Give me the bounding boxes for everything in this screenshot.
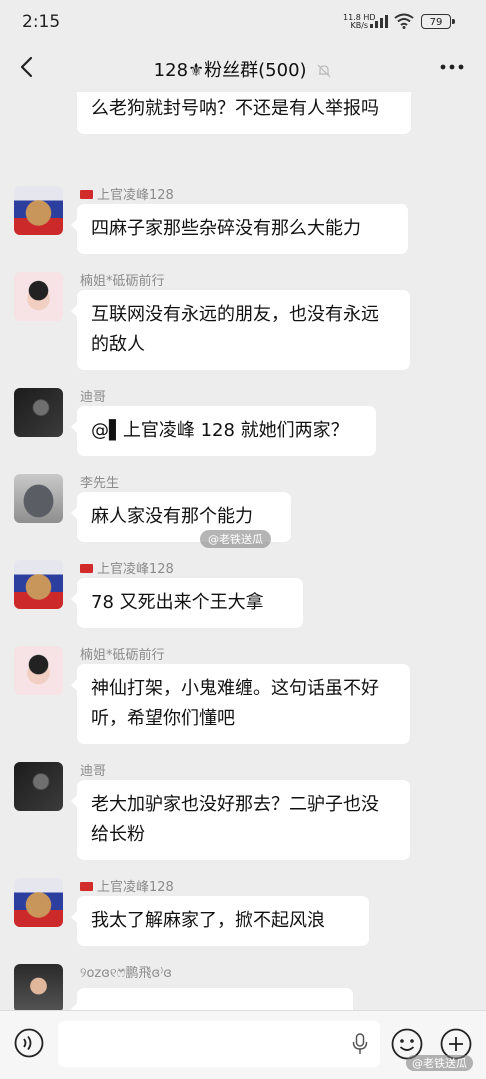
sender-name: 上官凌峰128 [80, 558, 174, 577]
avatar[interactable] [14, 964, 63, 1010]
message-bubble[interactable]: 四麻子家那些杂碎没有那么大能力 [71, 204, 408, 254]
sender-label: 上官凌峰128 [97, 188, 174, 203]
message-bubble[interactable]: 我太了解麻家了，掀不起风浪 [71, 896, 369, 946]
sender-name: 楠姐*砥砺前行 [80, 648, 165, 663]
message-input[interactable] [58, 1021, 380, 1067]
sender-name: ୨ᴏᴢɞ୧ෆ᷈鹏飛ɞ⁾ɞ [80, 966, 172, 981]
avatar[interactable] [14, 474, 63, 523]
avatar[interactable] [14, 646, 63, 695]
avatar[interactable] [14, 560, 63, 609]
microphone-icon[interactable] [352, 1033, 368, 1055]
avatar[interactable] [14, 878, 63, 927]
avatar[interactable] [14, 388, 63, 437]
chat-title-wrap: 128⚜粉丝群(500) [0, 56, 486, 82]
wifi-icon [394, 13, 414, 29]
flag-icon [80, 882, 93, 891]
sender-name: 李先生 [80, 476, 120, 491]
status-time: 2:15 [22, 12, 61, 32]
sender-name: 楠姐*砥砺前行 [80, 274, 165, 289]
signal-icon [370, 15, 388, 28]
message-bubble[interactable]: 神仙打架，小鬼难缠。这句话虽不好听，希望你们懂吧 [71, 664, 410, 744]
message-list[interactable]: 么老狗就封号呐？不还是有人举报吗 四麻子家那些杂碎没有那么大能力上官凌峰128 … [0, 92, 486, 1010]
sender-name: 迪哥 [80, 764, 107, 779]
avatar[interactable] [14, 272, 63, 321]
flag-icon [80, 190, 93, 199]
message-bubble[interactable]: 么老狗就封号呐？不还是有人举报吗 [77, 92, 411, 134]
message-bubble[interactable]: 老大加驴家也没好那去？二驴子也没给长粉 [71, 780, 410, 860]
message-bubble[interactable]: @▌上官凌峰 128 就她们两家？ [71, 406, 376, 456]
sender-name: 四麻子家那些杂碎没有那么大能力上官凌峰128 [80, 184, 174, 203]
sender-label: 上官凌峰128 [97, 880, 174, 895]
message-bubble[interactable]: 互联网没有永远的朋友，也没有永远的敌人 [71, 290, 410, 370]
chat-input-bar: @老铁送瓜 [0, 1010, 486, 1079]
avatar[interactable] [14, 186, 63, 235]
chat-title: 128⚜粉丝群(500) [153, 60, 307, 81]
message-bubble[interactable]: 78 又死出来个王大拿 [71, 578, 303, 628]
status-bar: 2:15 11.8 HD KB/s 79 [0, 0, 486, 44]
sender-label: 上官凌峰128 [97, 562, 174, 577]
voice-icon[interactable] [14, 1028, 44, 1058]
sender-name: 迪哥 [80, 390, 107, 405]
avatar[interactable] [14, 762, 63, 811]
battery-indicator: 79 [421, 14, 455, 29]
sender-name: 上官凌峰128 [80, 876, 174, 895]
chat-header: 128⚜粉丝群(500) [0, 44, 486, 92]
flag-icon [80, 564, 93, 573]
more-dots-icon[interactable] [440, 64, 464, 70]
watermark: @老铁送瓜 [200, 530, 271, 548]
message-bubble[interactable] [71, 988, 353, 1010]
watermark: @老铁送瓜 [406, 1055, 473, 1071]
mute-bell-icon [317, 64, 331, 78]
